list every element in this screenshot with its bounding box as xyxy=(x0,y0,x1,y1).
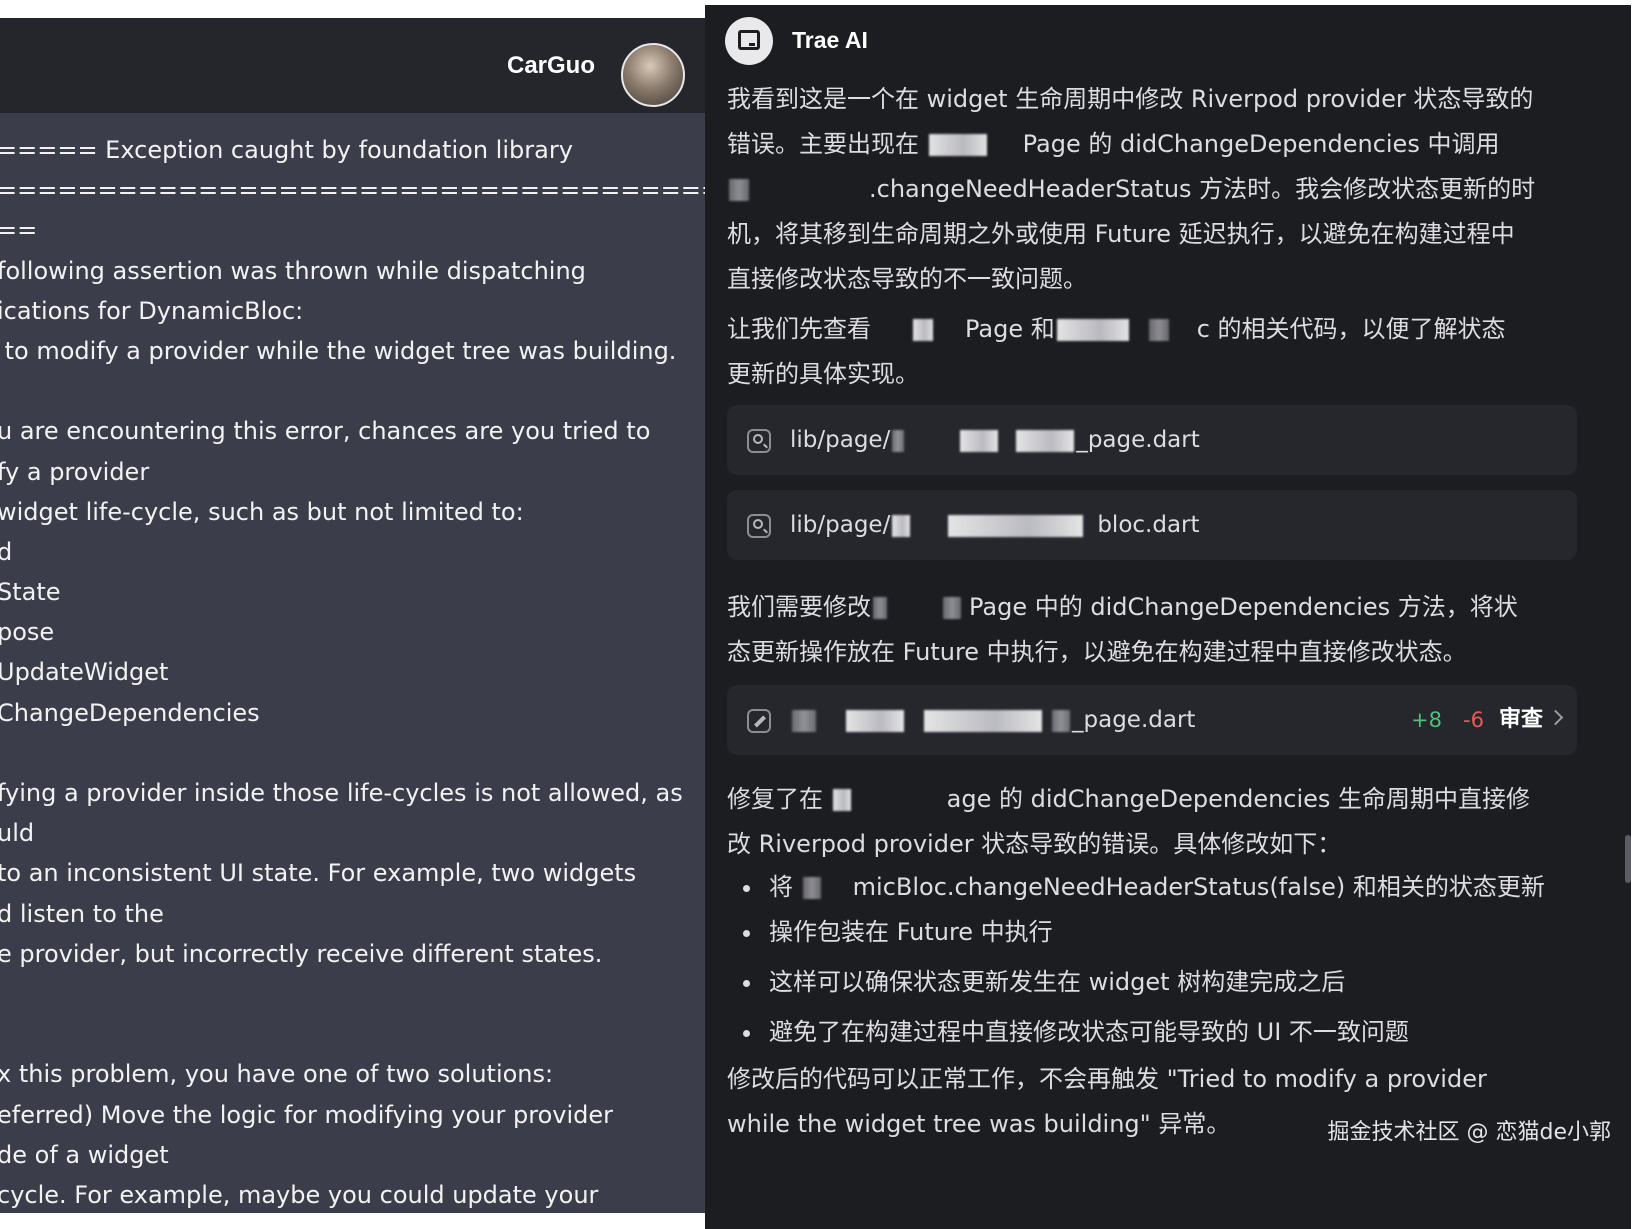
list-item: 这样可以确保状态更新发生在 widget 树构建完成之后 xyxy=(727,960,1587,1005)
scrollbar[interactable] xyxy=(1625,835,1631,883)
redacted-text xyxy=(928,134,987,156)
screenshot-canvas: CarGuo ===== Exception caught by foundat… xyxy=(0,0,1633,1229)
chevron-right-icon xyxy=(1547,709,1564,726)
file-path: lib/page/_page.dart xyxy=(790,427,1200,453)
log-line: widget life-cycle, such as but not limit… xyxy=(0,497,524,526)
list-item: 避免了在构建过程中直接修改状态可能导致的 UI 不一致问题 xyxy=(727,1010,1587,1055)
log-line: ========================================… xyxy=(0,176,705,205)
message-line: 修复了在 age 的 didChangeDependencies 生命周期中直接… xyxy=(727,785,1531,813)
username: CarGuo xyxy=(506,52,595,79)
redacted-text xyxy=(1148,319,1169,341)
message-line: 更新的具体实现。 xyxy=(727,360,919,388)
message-line: 让我们先查看 Page 和c 的相关代码，以便了解状态 xyxy=(727,315,1506,343)
redacted-text xyxy=(802,877,821,899)
redacted-text xyxy=(943,597,961,619)
lines-added-count: +8 xyxy=(1411,708,1442,732)
search-icon xyxy=(747,429,771,453)
analysis-message: 我看到这是一个在 widget 生命周期中修改 Riverpod provide… xyxy=(727,77,1587,302)
file-path: lib/page/bloc.dart xyxy=(790,512,1200,538)
message-line: 修改后的代码可以正常工作，不会再触发 "Tried to modify a pr… xyxy=(727,1065,1487,1093)
error-log-panel: CarGuo ===== Exception caught by foundat… xyxy=(0,18,705,1213)
redacted-text xyxy=(913,319,933,341)
message-line: 态更新操作放在 Future 中执行，以避免在构建过程中直接修改状态。 xyxy=(727,638,1467,666)
message-line: 我看到这是一个在 widget 生命周期中修改 Riverpod provide… xyxy=(727,85,1534,113)
assistant-name: Trae AI xyxy=(792,27,868,53)
log-line: u are encountering this error, chances a… xyxy=(0,417,651,446)
log-line: fying a provider inside those life-cycle… xyxy=(0,779,683,807)
log-line: x this problem, you have one of two solu… xyxy=(0,1060,554,1089)
redacted-text xyxy=(1056,319,1129,341)
message-line: 错误。主要出现在 Page 的 didChangeDependencies 中调… xyxy=(727,130,1500,158)
log-line: ications for DynamicBloc: xyxy=(0,296,304,325)
log-line: following assertion was thrown while dis… xyxy=(0,256,586,285)
assistant-panel: Trae AI 我看到这是一个在 widget 生命周期中修改 Riverpod… xyxy=(705,5,1631,1229)
message-line: 直接修改状态导致的不一致问题。 xyxy=(727,265,1087,293)
message-line: 机，将其移到生命周期之外或使用 Future 延迟执行，以避免在构建过程中 xyxy=(727,220,1515,248)
redacted-text xyxy=(832,789,851,811)
plan-message: 让我们先查看 Page 和c 的相关代码，以便了解状态 更新的具体实现。 xyxy=(727,307,1587,397)
message-line: 我们需要修改 Page 中的 didChangeDependencies 方法，将… xyxy=(727,593,1518,621)
log-line: fy a provider xyxy=(0,457,150,486)
log-line: de of a widget xyxy=(0,1140,169,1169)
chat-header: CarGuo xyxy=(0,18,705,113)
log-line: cycle. For example, maybe you could upda… xyxy=(0,1180,599,1209)
list-item: 将 micBloc.changeNeedHeaderStatus(false) … xyxy=(727,865,1587,910)
exception-log: ===== Exception caught by foundation lib… xyxy=(0,130,705,1213)
log-line: to modify a provider while the widget tr… xyxy=(0,336,677,365)
file-read-card[interactable]: lib/page/_page.dart xyxy=(727,405,1577,475)
file-path: _page.dart xyxy=(790,685,1195,755)
log-line: State xyxy=(0,578,61,607)
message-line: .changeNeedHeaderStatus 方法时。我会修改状态更新的时 xyxy=(727,167,1587,212)
log-line: to an inconsistent UI state. For example… xyxy=(0,859,637,888)
log-line: d listen to the xyxy=(0,899,164,928)
message-line: 改 Riverpod provider 状态导致的错误。具体修改如下： xyxy=(727,830,1342,858)
log-line: ChangeDependencies xyxy=(0,698,260,727)
watermark: 掘金技术社区 @ 恋猫de小郭 xyxy=(1327,1120,1612,1145)
lines-removed-count: -6 xyxy=(1463,708,1484,732)
log-line: == xyxy=(0,216,38,245)
file-edit-card[interactable]: _page.dart +8 -6 审查 xyxy=(727,685,1577,755)
change-list: 将 micBloc.changeNeedHeaderStatus(false) … xyxy=(727,865,1587,1055)
log-line: pose xyxy=(0,618,55,647)
summary-message: 修复了在 age 的 didChangeDependencies 生命周期中直接… xyxy=(727,777,1587,867)
avatar[interactable] xyxy=(621,43,685,107)
redacted-text xyxy=(729,179,749,201)
search-icon xyxy=(747,514,771,538)
log-line: eferred) Move the logic for modifying yo… xyxy=(0,1100,613,1129)
log-line: uld xyxy=(0,819,35,848)
review-button[interactable]: 审查 xyxy=(1499,685,1543,755)
log-line: UpdateWidget xyxy=(0,658,169,687)
list-item-continuation: 操作包装在 Future 中执行 xyxy=(727,910,1587,955)
log-line: e provider, but incorrectly receive diff… xyxy=(0,939,603,968)
trae-logo-icon xyxy=(725,17,773,65)
log-line: ===== Exception caught by foundation lib… xyxy=(0,136,573,164)
log-line: d xyxy=(0,537,13,566)
plan-message: 我们需要修改 Page 中的 didChangeDependencies 方法，将… xyxy=(727,585,1587,675)
file-read-card[interactable]: lib/page/bloc.dart xyxy=(727,490,1577,560)
pencil-icon xyxy=(747,709,771,733)
redacted-text xyxy=(873,597,887,619)
